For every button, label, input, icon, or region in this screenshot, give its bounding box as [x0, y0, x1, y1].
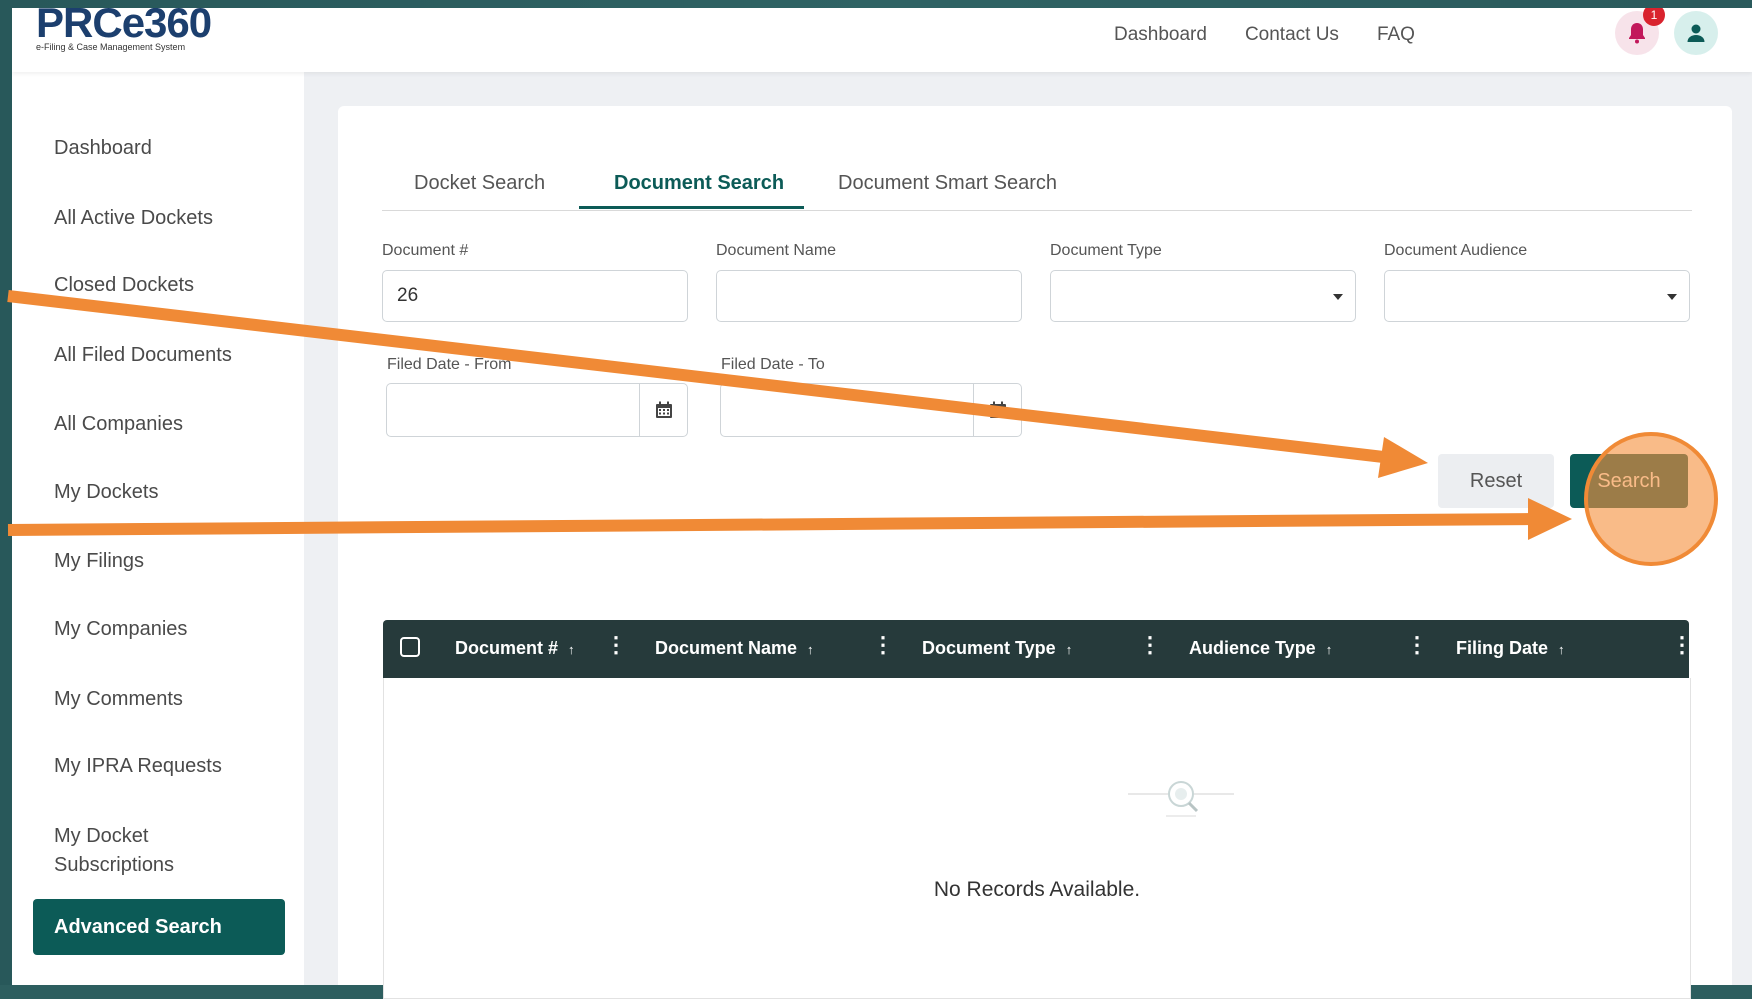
top-nav: Dashboard Contact Us FAQ — [1114, 24, 1453, 46]
sidebar-item-my-dockets[interactable]: My Dockets — [54, 478, 158, 507]
nav-dashboard-link[interactable]: Dashboard — [1114, 24, 1207, 46]
logo-tagline: e-Filing & Case Management System — [36, 42, 186, 52]
tab-document-smart-search[interactable]: Document Smart Search — [838, 172, 1057, 195]
filed-date-to-calendar-button[interactable] — [974, 383, 1022, 437]
filed-date-to-label: Filed Date - To — [721, 356, 825, 373]
results-table-body: No Records Available. — [383, 678, 1691, 999]
nav-faq-link[interactable]: FAQ — [1377, 24, 1415, 46]
sidebar-item-all-filed-documents[interactable]: All Filed Documents — [54, 341, 232, 370]
column-header-audience-type[interactable]: Audience Type ↑ — [1189, 638, 1332, 659]
tab-document-search[interactable]: Document Search — [614, 172, 784, 195]
sidebar-item-all-companies[interactable]: All Companies — [54, 410, 183, 439]
sidebar-item-my-docket-subscriptions[interactable]: My Docket Subscriptions — [54, 822, 224, 880]
sidebar: Dashboard All Active Dockets Closed Dock… — [12, 72, 304, 985]
results-table-header: Document # ↑ ⋮ Document Name ↑ ⋮ Document … — [383, 620, 1693, 678]
search-tabs: Docket Search Document Search Document S… — [382, 160, 1692, 211]
column-header-document-name[interactable]: Document Name ↑ — [655, 638, 814, 659]
chevron-down-icon — [1333, 294, 1343, 300]
column-header-document-number[interactable]: Document # ↑ — [455, 638, 575, 659]
bell-icon — [1629, 23, 1645, 44]
notification-badge: 1 — [1643, 8, 1665, 26]
calendar-icon — [989, 401, 1006, 418]
calendar-icon — [655, 401, 672, 418]
column-menu-icon[interactable]: ⋮ — [1406, 634, 1428, 656]
column-header-document-type[interactable]: Document Type ↑ — [922, 638, 1072, 659]
sidebar-item-dashboard[interactable]: Dashboard — [54, 134, 152, 163]
select-all-checkbox[interactable] — [400, 637, 420, 657]
sort-arrow-icon: ↑ — [568, 642, 575, 657]
sidebar-item-all-active-dockets[interactable]: All Active Dockets — [54, 204, 213, 233]
document-name-input[interactable] — [716, 270, 1022, 322]
filed-date-from-calendar-button[interactable] — [640, 383, 688, 437]
filed-date-from-label: Filed Date - From — [387, 356, 512, 373]
top-header: PRCe360 e-Filing & Case Management Syste… — [12, 8, 1752, 72]
active-tab-indicator — [579, 206, 804, 209]
document-audience-label: Document Audience — [1384, 242, 1528, 259]
sidebar-item-advanced-search[interactable]: Advanced Search — [33, 899, 285, 955]
column-header-filing-date[interactable]: Filing Date ↑ — [1456, 638, 1565, 659]
sidebar-item-my-companies[interactable]: My Companies — [54, 615, 187, 644]
document-type-select[interactable] — [1050, 270, 1356, 322]
sort-arrow-icon: ↑ — [807, 642, 814, 657]
document-audience-select[interactable] — [1384, 270, 1690, 322]
nav-contact-link[interactable]: Contact Us — [1245, 24, 1339, 46]
filed-date-from-input[interactable] — [386, 383, 640, 437]
user-menu-button[interactable] — [1674, 11, 1718, 55]
sort-arrow-icon: ↑ — [1325, 642, 1333, 657]
annotation-highlight-circle — [1584, 432, 1718, 566]
sort-arrow-icon: ↑ — [1558, 642, 1565, 657]
filed-date-to-input[interactable] — [720, 383, 974, 437]
sidebar-item-my-filings[interactable]: My Filings — [54, 547, 144, 576]
tab-docket-search[interactable]: Docket Search — [414, 172, 545, 195]
document-name-label: Document Name — [716, 242, 837, 259]
user-icon — [1687, 24, 1705, 42]
reset-button[interactable]: Reset — [1438, 454, 1554, 508]
column-menu-icon[interactable]: ⋮ — [1671, 634, 1693, 656]
document-type-label: Document Type — [1050, 242, 1162, 259]
document-number-label: Document # — [382, 242, 469, 259]
sidebar-item-closed-dockets[interactable]: Closed Dockets — [54, 271, 194, 300]
sort-arrow-icon: ↑ — [1065, 642, 1073, 657]
chevron-down-icon — [1667, 294, 1677, 300]
no-records-search-icon — [1128, 781, 1234, 817]
document-number-input[interactable]: 26 — [382, 270, 688, 322]
column-menu-icon[interactable]: ⋮ — [1139, 634, 1161, 656]
sidebar-item-my-ipra-requests[interactable]: My IPRA Requests — [54, 752, 222, 781]
column-menu-icon[interactable]: ⋮ — [872, 634, 894, 656]
app-logo[interactable]: PRCe360 e-Filing & Case Management Syste… — [36, 8, 212, 52]
no-records-message: No Records Available. — [933, 878, 1141, 901]
sidebar-item-my-comments[interactable]: My Comments — [54, 685, 183, 714]
column-menu-icon[interactable]: ⋮ — [605, 634, 627, 656]
